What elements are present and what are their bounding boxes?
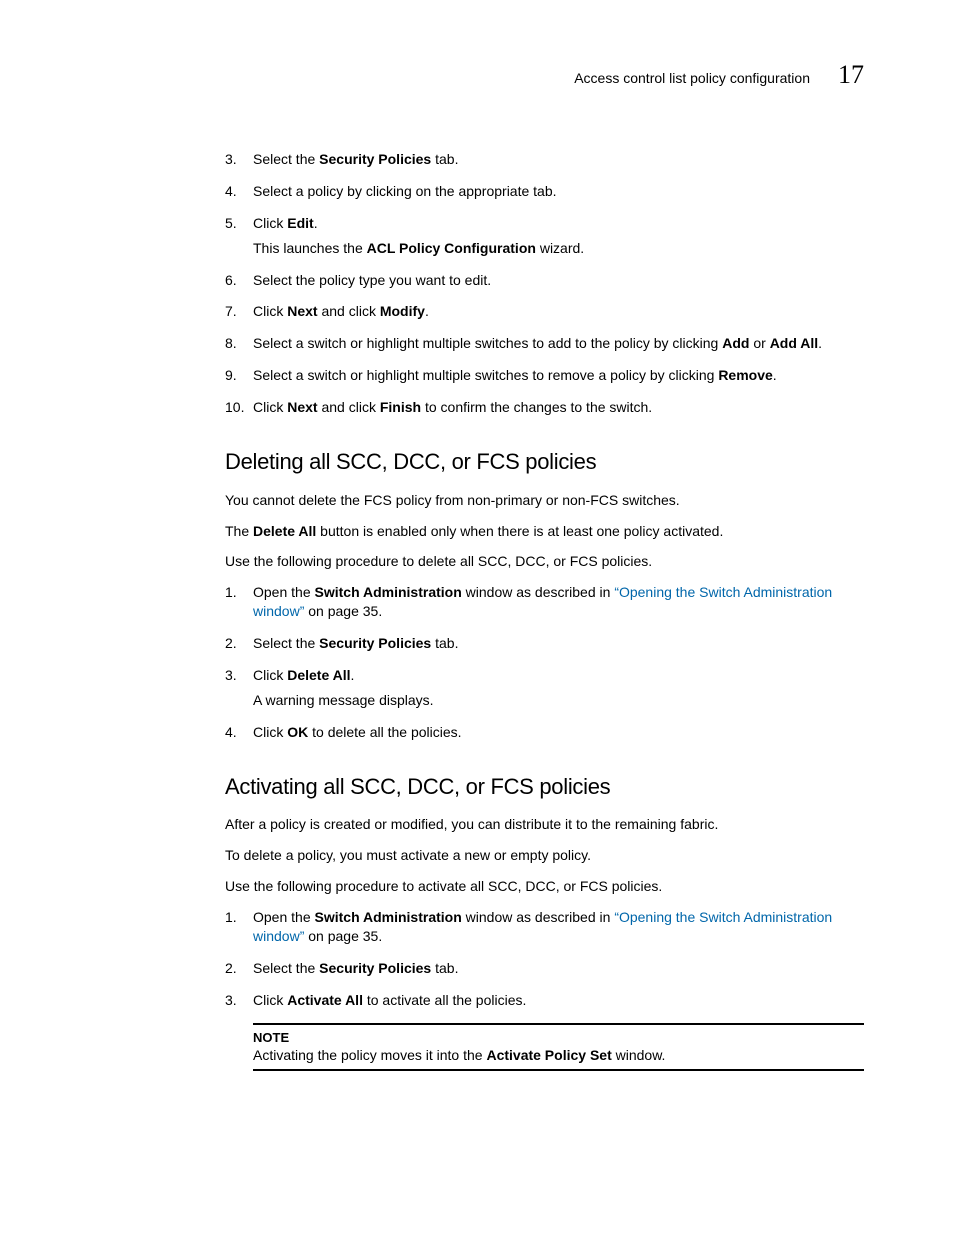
- bold-text: Remove: [718, 367, 772, 383]
- step-number: 2.: [225, 959, 253, 978]
- bold-text: Switch Administration: [315, 909, 462, 925]
- step-number: 3.: [225, 991, 253, 1010]
- activate-intro-paragraphs: After a policy is created or modified, y…: [225, 815, 864, 896]
- step-body: Click OK to delete all the policies.: [253, 723, 864, 742]
- paragraph: Use the following procedure to activate …: [225, 877, 864, 896]
- step-item: 1.Open the Switch Administration window …: [225, 583, 864, 621]
- paragraph: To delete a policy, you must activate a …: [225, 846, 864, 865]
- step-body: Select the Security Policies tab.: [253, 959, 864, 978]
- note-label: NOTE: [253, 1029, 864, 1047]
- step-number: 3.: [225, 150, 253, 169]
- heading-deleting-policies: Deleting all SCC, DCC, or FCS policies: [225, 447, 864, 477]
- bold-text: Next: [287, 303, 317, 319]
- bold-text: OK: [287, 724, 308, 740]
- activate-steps: 1.Open the Switch Administration window …: [225, 908, 864, 1010]
- bold-text: Edit: [287, 215, 313, 231]
- step-item: 1.Open the Switch Administration window …: [225, 908, 864, 946]
- bold-text: Add: [722, 335, 749, 351]
- step-body: Click Edit.This launches the ACL Policy …: [253, 214, 864, 258]
- step-item: 6.Select the policy type you want to edi…: [225, 271, 864, 290]
- step-item: 4.Select a policy by clicking on the app…: [225, 182, 864, 201]
- paragraph: After a policy is created or modified, y…: [225, 815, 864, 834]
- step-number: 5.: [225, 214, 253, 258]
- step-item: 3.Click Activate All to activate all the…: [225, 991, 864, 1010]
- step-number: 4.: [225, 723, 253, 742]
- step-item: 9.Select a switch or highlight multiple …: [225, 366, 864, 385]
- step-body: Click Next and click Modify.: [253, 302, 864, 321]
- step-number: 4.: [225, 182, 253, 201]
- delete-intro-paragraphs: You cannot delete the FCS policy from no…: [225, 491, 864, 572]
- page: Access control list policy configuration…: [0, 0, 954, 1235]
- step-item: 2.Select the Security Policies tab.: [225, 634, 864, 653]
- bold-text: Finish: [380, 399, 421, 415]
- step-item: 3.Select the Security Policies tab.: [225, 150, 864, 169]
- step-number: 10.: [225, 398, 253, 417]
- step-body: Open the Switch Administration window as…: [253, 908, 864, 946]
- bold-text: Switch Administration: [315, 584, 462, 600]
- step-body: Select the policy type you want to edit.: [253, 271, 864, 290]
- bold-text: Next: [287, 399, 317, 415]
- step-number: 2.: [225, 634, 253, 653]
- bold-text: Activate Policy Set: [486, 1047, 611, 1063]
- step-item: 10.Click Next and click Finish to confir…: [225, 398, 864, 417]
- bold-text: Security Policies: [319, 151, 431, 167]
- step-body: Select the Security Policies tab.: [253, 634, 864, 653]
- delete-steps: 1.Open the Switch Administration window …: [225, 583, 864, 741]
- step-body: Click Activate All to activate all the p…: [253, 991, 864, 1010]
- bold-text: Modify: [380, 303, 425, 319]
- note-rule-bottom: [253, 1069, 864, 1071]
- step-item: 3.Click Delete All.A warning message dis…: [225, 666, 864, 710]
- paragraph: The Delete All button is enabled only wh…: [225, 522, 864, 541]
- content-body: 3.Select the Security Policies tab.4.Sel…: [225, 150, 864, 1071]
- step-item: 2.Select the Security Policies tab.: [225, 959, 864, 978]
- step-number: 3.: [225, 666, 253, 710]
- step-sub: This launches the ACL Policy Configurati…: [253, 239, 864, 258]
- note-rule-top: [253, 1023, 864, 1025]
- step-number: 9.: [225, 366, 253, 385]
- step-item: 5.Click Edit.This launches the ACL Polic…: [225, 214, 864, 258]
- bold-text: Security Policies: [319, 960, 431, 976]
- step-body: Select the Security Policies tab.: [253, 150, 864, 169]
- step-item: 4.Click OK to delete all the policies.: [225, 723, 864, 742]
- step-number: 7.: [225, 302, 253, 321]
- step-item: 8.Select a switch or highlight multiple …: [225, 334, 864, 353]
- step-number: 1.: [225, 908, 253, 946]
- step-item: 7.Click Next and click Modify.: [225, 302, 864, 321]
- step-number: 6.: [225, 271, 253, 290]
- bold-text: ACL Policy Configuration: [367, 240, 536, 256]
- step-number: 1.: [225, 583, 253, 621]
- step-body: Click Delete All.A warning message displ…: [253, 666, 864, 710]
- step-body: Open the Switch Administration window as…: [253, 583, 864, 621]
- header-page-number: 17: [838, 60, 864, 90]
- step-body: Select a switch or highlight multiple sw…: [253, 366, 864, 385]
- heading-activating-policies: Activating all SCC, DCC, or FCS policies: [225, 772, 864, 802]
- bold-text: Security Policies: [319, 635, 431, 651]
- note-block: NOTE Activating the policy moves it into…: [253, 1023, 864, 1071]
- step-body: Select a policy by clicking on the appro…: [253, 182, 864, 201]
- step-number: 8.: [225, 334, 253, 353]
- bold-text: Activate All: [287, 992, 363, 1008]
- paragraph: Use the following procedure to delete al…: [225, 552, 864, 571]
- step-body: Select a switch or highlight multiple sw…: [253, 334, 864, 353]
- step-body: Click Next and click Finish to confirm t…: [253, 398, 864, 417]
- bold-text: Delete All: [287, 667, 350, 683]
- step-sub: A warning message displays.: [253, 691, 864, 710]
- continuation-steps: 3.Select the Security Policies tab.4.Sel…: [225, 150, 864, 417]
- header-title: Access control list policy configuration: [574, 70, 810, 86]
- bold-text: Delete All: [253, 523, 316, 539]
- paragraph: You cannot delete the FCS policy from no…: [225, 491, 864, 510]
- bold-text: Add All: [770, 335, 818, 351]
- note-body: Activating the policy moves it into the …: [253, 1046, 864, 1065]
- page-header: Access control list policy configuration…: [90, 60, 864, 90]
